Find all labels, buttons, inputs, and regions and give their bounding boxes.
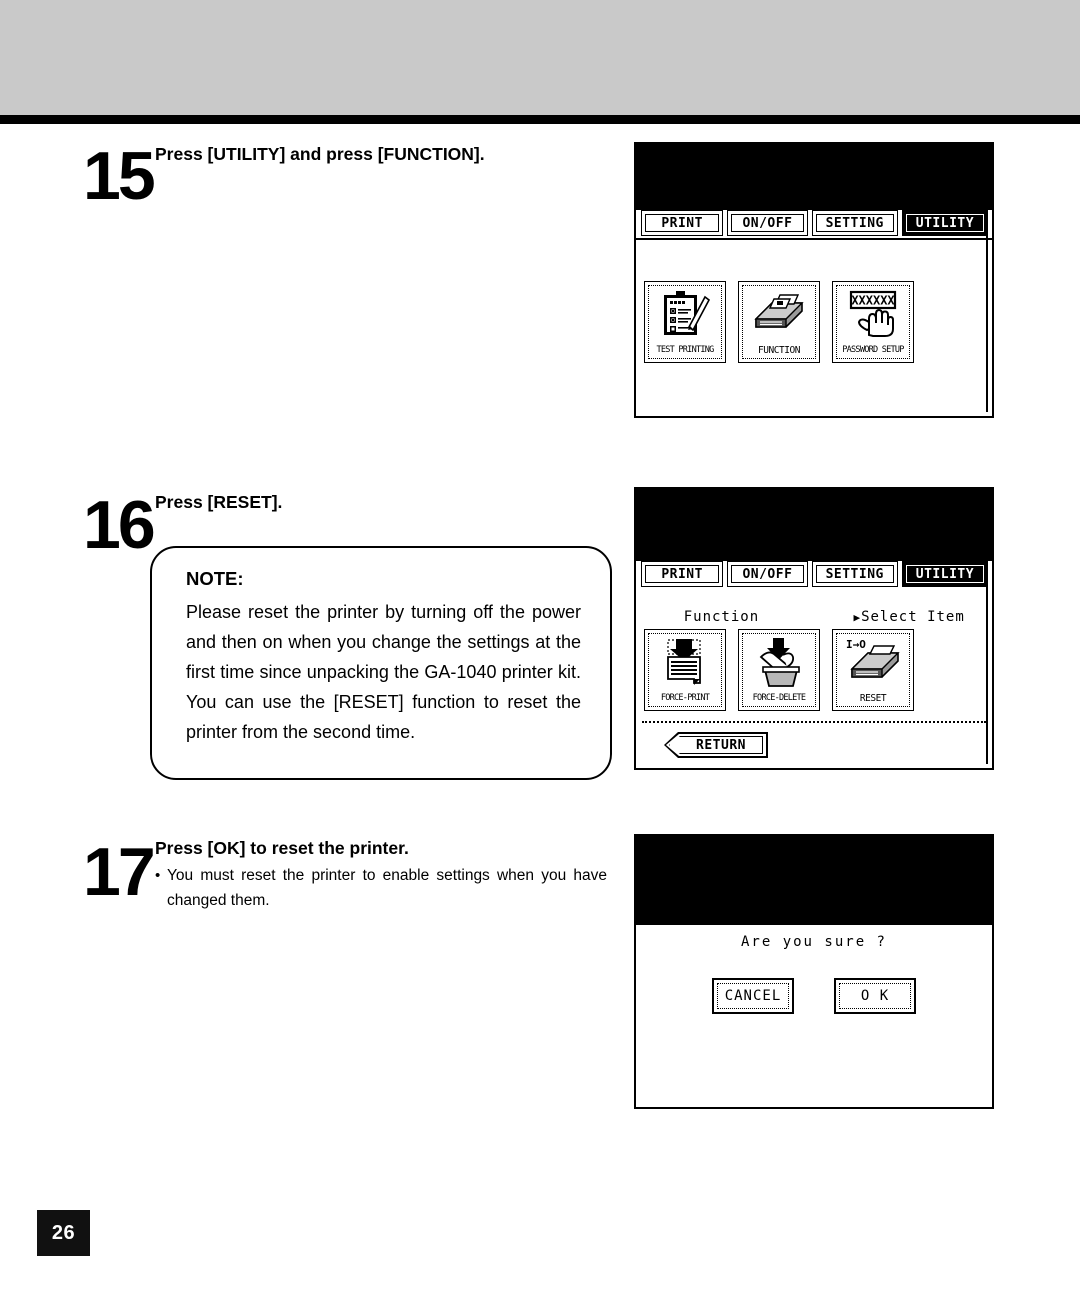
ok-button[interactable]: O K [834, 978, 916, 1014]
pointer-icon: ▶ [853, 611, 862, 624]
button-test-printing[interactable]: TEST PRINTING [644, 281, 726, 363]
bullet-text: You must reset the printer to enable set… [167, 867, 607, 909]
step-17-bullet: • You must reset the printer to enable s… [155, 863, 607, 913]
button-label: RESET [859, 693, 887, 704]
status-context-label: Function [683, 609, 760, 625]
note-body: Please reset the printer by turning off … [186, 602, 581, 742]
tab-label: ON/OFF [742, 215, 793, 231]
printer-reset-icon: I→O [840, 636, 906, 688]
function-button-row: FORCE-PRINT FORCE-DELETE I→O RESET [644, 629, 926, 711]
tab-print[interactable]: PRINT [641, 561, 724, 587]
tab-bar: PRINT ON/OFF SETTING UTILITY [636, 561, 992, 589]
bullet-marker: • [155, 867, 161, 884]
page-number: 26 [37, 1210, 90, 1256]
tab-onoff[interactable]: ON/OFF [727, 210, 808, 236]
lcd-status-area [636, 836, 992, 925]
tab-onoff[interactable]: ON/OFF [727, 561, 808, 587]
tab-label: PRINT [661, 215, 703, 231]
power-badge-text: I→O [846, 638, 866, 651]
dialog-message: Are you sure ? [740, 934, 887, 950]
tab-setting[interactable]: SETTING [811, 561, 898, 587]
tab-print[interactable]: PRINT [641, 210, 724, 236]
button-label: FORCE-PRINT [660, 693, 710, 703]
button-force-print[interactable]: FORCE-PRINT [644, 629, 726, 711]
tab-bar-underline [636, 238, 992, 240]
ok-button-label: O K [860, 988, 890, 1004]
button-label: FUNCTION [758, 345, 800, 356]
printer-icon [746, 288, 812, 340]
tab-label: UTILITY [915, 215, 975, 231]
tab-label: SETTING [825, 566, 884, 582]
button-function[interactable]: FUNCTION [738, 281, 820, 363]
button-reset[interactable]: I→O RESET [832, 629, 914, 711]
tab-utility[interactable]: UTILITY [901, 210, 989, 236]
lcd-status-area [636, 489, 992, 561]
lcd-scroll-divider [986, 210, 988, 412]
tab-label: UTILITY [915, 566, 975, 582]
clipboard-checklist-pencil-icon [652, 288, 718, 340]
step-number: 17 [83, 834, 156, 910]
tab-label: ON/OFF [742, 566, 793, 582]
password-mask-text: XXXXXX [851, 294, 895, 308]
dialog-button-row: CANCEL O K [636, 978, 992, 1014]
lcd-panel-confirm-dialog: Are you sure ? CANCEL O K [634, 834, 994, 1109]
step-number: 16 [83, 487, 156, 563]
trash-hand-icon [746, 636, 812, 688]
lcd-panel-function-menu: PRINT ON/OFF SETTING UTILITY Function ▶S… [634, 487, 994, 770]
button-label: FORCE-DELETE [752, 693, 806, 703]
return-button[interactable]: RETURN [664, 732, 768, 758]
tab-label: SETTING [825, 215, 884, 231]
button-label: TEST PRINTING [656, 345, 714, 355]
tab-label: PRINT [661, 566, 703, 582]
section-divider [642, 721, 986, 723]
note-label: NOTE: [186, 568, 244, 589]
page-header-rule [0, 115, 1080, 124]
step-title: Press [RESET]. [155, 492, 283, 512]
lcd-scroll-divider [986, 561, 988, 764]
tab-utility[interactable]: UTILITY [901, 561, 989, 587]
tab-bar: PRINT ON/OFF SETTING UTILITY [636, 210, 992, 238]
step-title: Press [OK] to reset the printer. [155, 838, 409, 858]
return-button-label: RETURN [696, 737, 746, 753]
lcd-panel-utility-menu: PRINT ON/OFF SETTING UTILITY TEST PRINTI… [634, 142, 994, 418]
utility-button-row: TEST PRINTING FUNCTION XXXXXX PASSWORD S… [644, 281, 926, 363]
note-box: NOTE: Please reset the printer by turnin… [150, 546, 612, 780]
cancel-button[interactable]: CANCEL [712, 978, 794, 1014]
cancel-button-label: CANCEL [724, 988, 782, 1004]
tab-setting[interactable]: SETTING [811, 210, 898, 236]
button-force-delete[interactable]: FORCE-DELETE [738, 629, 820, 711]
document-down-arrow-icon [652, 636, 718, 688]
lcd-status-area [636, 144, 992, 210]
step-title: Press [UTILITY] and press [FUNCTION]. [155, 144, 485, 164]
step-number: 15 [83, 138, 156, 214]
button-password-setup[interactable]: XXXXXX PASSWORD SETUP [832, 281, 914, 363]
password-hand-icon: XXXXXX [840, 288, 906, 340]
page-header-band [0, 0, 1080, 115]
status-prompt: Select Item [861, 609, 965, 625]
button-label: PASSWORD SETUP [842, 345, 904, 355]
